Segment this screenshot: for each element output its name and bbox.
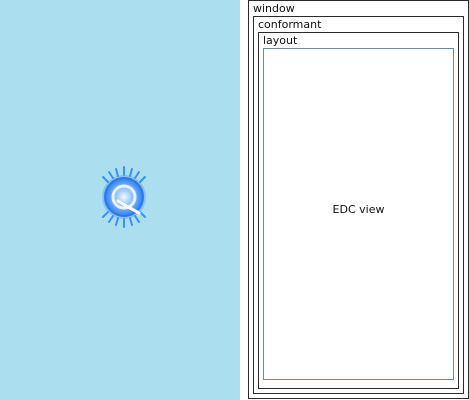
layout-box[interactable]: layout EDC view xyxy=(258,32,459,389)
edc-view-label: EDC view xyxy=(332,203,385,216)
window-label: window xyxy=(253,2,295,15)
conformant-label: conformant xyxy=(258,18,322,31)
enlightenment-logo-icon xyxy=(102,166,146,228)
preview-panel xyxy=(0,0,240,400)
window-box[interactable]: window conformant layout EDC view xyxy=(248,0,469,399)
object-tree-panel: window conformant layout EDC view xyxy=(240,0,469,400)
layout-label: layout xyxy=(263,34,298,47)
conformant-box[interactable]: conformant layout EDC view xyxy=(253,16,464,394)
live-view-screen: window conformant layout EDC view xyxy=(0,0,469,400)
edc-view-box[interactable]: EDC view xyxy=(263,48,454,380)
